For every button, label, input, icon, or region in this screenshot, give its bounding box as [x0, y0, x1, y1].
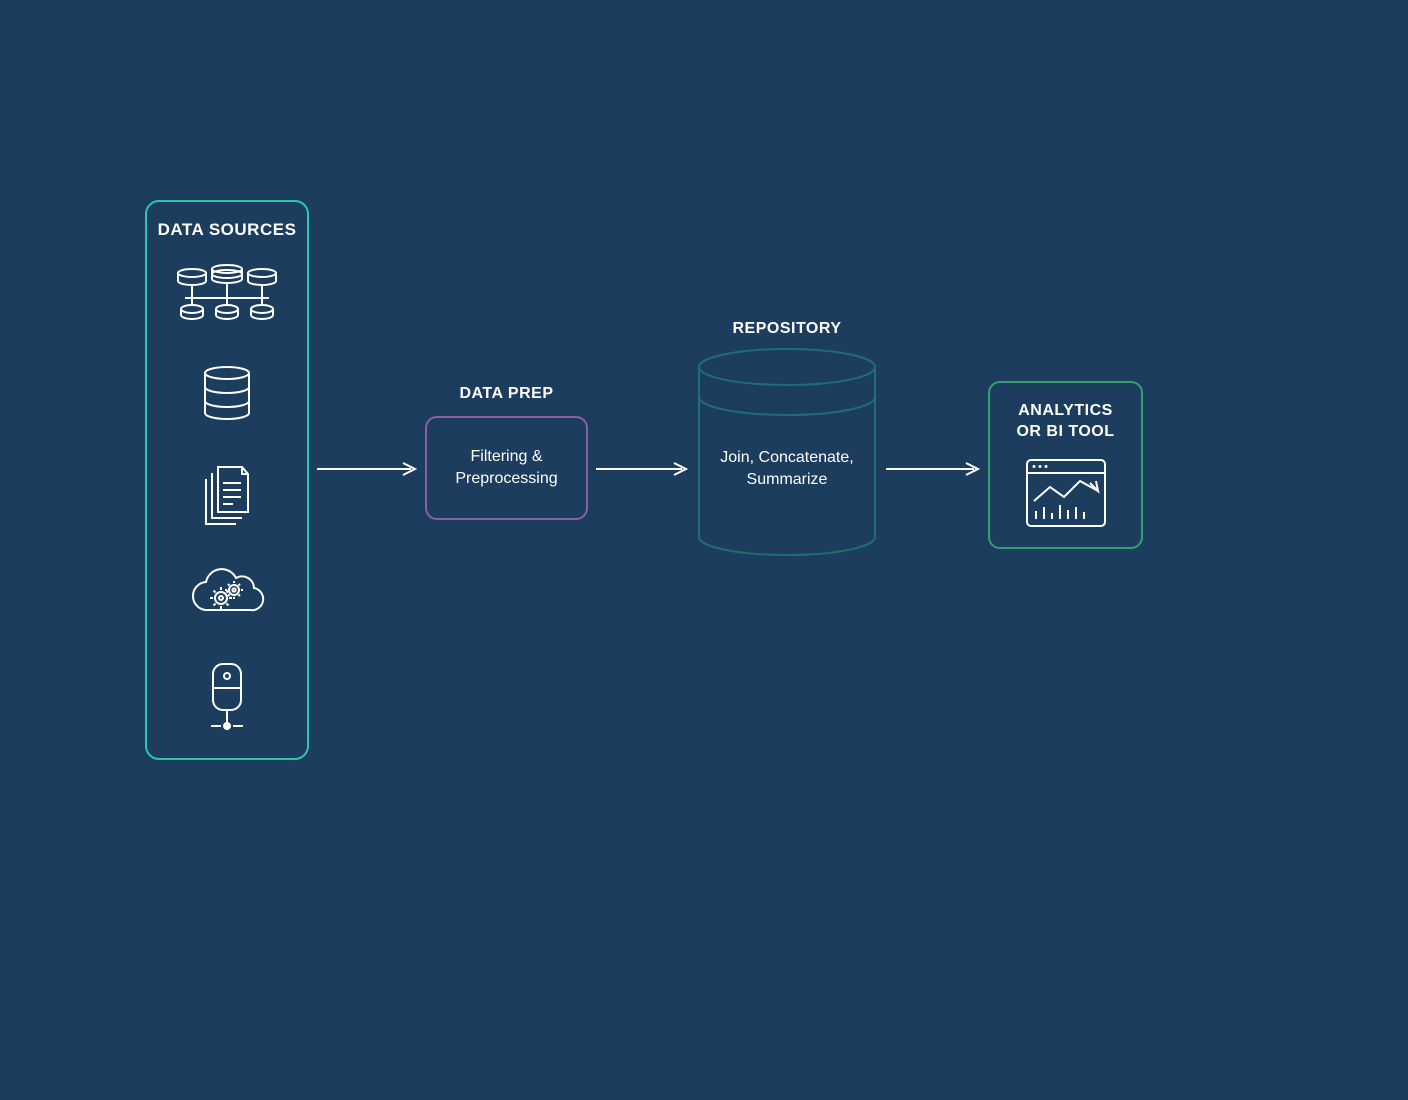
pipeline-diagram: DATA SOURCES: [0, 0, 1408, 1100]
data-sources-label: DATA SOURCES: [147, 220, 307, 240]
documents-icon: [196, 463, 258, 525]
data-prep-box: Filtering & Preprocessing: [425, 416, 588, 520]
arrow-repo-to-analytics: [884, 468, 982, 470]
analytics-box: ANALYTICS OR BI TOOL: [988, 381, 1143, 549]
analytics-label-line1: ANALYTICS: [1018, 402, 1113, 419]
repository-label: REPOSITORY: [695, 320, 879, 338]
cloud-gears-icon: [188, 564, 266, 622]
distributed-db-icon: [172, 263, 282, 325]
data-sources-icon-stack: [147, 257, 307, 742]
analytics-label: ANALYTICS OR BI TOOL: [990, 401, 1141, 443]
data-prep-label: DATA PREP: [425, 385, 588, 403]
data-prep-body: Filtering & Preprocessing: [441, 446, 572, 489]
data-sources-panel: DATA SOURCES: [145, 200, 309, 760]
database-icon: [200, 365, 254, 423]
repository-body: Join, Concatenate, Summarize: [695, 447, 879, 490]
arrow-prep-to-repo: [594, 468, 690, 470]
arrow-sources-to-prep: [315, 468, 419, 470]
server-node-icon: [203, 662, 251, 736]
dashboard-chart-icon: [1024, 457, 1108, 529]
analytics-label-line2: OR BI TOOL: [1016, 423, 1114, 440]
